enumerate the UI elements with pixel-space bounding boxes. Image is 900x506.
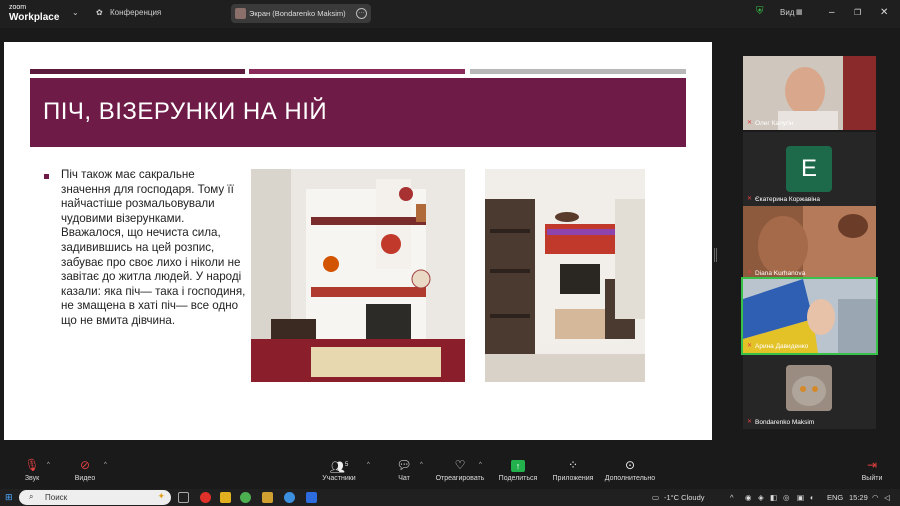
apps-icon: ⁘ xyxy=(567,458,579,472)
participant-tile[interactable]: ✕ Олег Калугін xyxy=(743,56,876,130)
zoom-logo: zoom Workplace xyxy=(9,4,60,23)
participant-video xyxy=(743,279,876,353)
chevron-down-icon[interactable]: ⌄ xyxy=(72,8,79,17)
chrome-icon[interactable] xyxy=(240,492,251,503)
participants-button[interactable]: 👥︎5 Участники xyxy=(318,458,360,482)
react-caret-icon[interactable]: ^ xyxy=(479,462,482,468)
windows-taskbar: ⊞ ⌕ Поиск ✦ ▭ -1°C Cloudy ^ ◉ ◈ ◧ ◎ ▣ ◐ … xyxy=(0,489,900,506)
chat-icon: 💬︎ xyxy=(396,458,412,472)
participants-caret-icon[interactable]: ^ xyxy=(367,462,370,468)
sparkle-icon: ✦ xyxy=(157,491,165,501)
chrome-profile-icon[interactable] xyxy=(284,492,295,503)
more-icon: ⊙ xyxy=(624,458,636,472)
search-icon: ⌕ xyxy=(29,492,34,501)
task-view-icon[interactable] xyxy=(178,492,189,503)
zoom-title-bar: zoom Workplace ⌄ ✿ Конференция Экран (Bo… xyxy=(0,0,900,28)
panel-resize-handle[interactable] xyxy=(714,248,717,262)
wifi-icon[interactable]: ◠ xyxy=(872,493,879,502)
avatar xyxy=(235,8,246,19)
app-icon[interactable] xyxy=(262,492,273,503)
tray-app-icon[interactable]: ◎ xyxy=(783,493,790,502)
opera-icon[interactable] xyxy=(200,492,211,503)
close-icon[interactable]: ✕ xyxy=(880,7,888,18)
participant-video xyxy=(743,56,876,130)
stove-illustration xyxy=(251,169,465,382)
participant-tile-speaking[interactable]: ✕ Арина Давиденко xyxy=(741,277,878,355)
screen-share-pill[interactable]: Экран (Bondarenko Maksim) ··· xyxy=(231,4,371,23)
restore-icon[interactable]: ❐ xyxy=(854,8,861,17)
participant-tile[interactable]: ✕ Diana Kurhanova xyxy=(743,206,876,280)
participant-tile[interactable]: ✕ Bondarenko Maksim xyxy=(743,355,876,429)
leave-button[interactable]: ⇥ Выйти xyxy=(860,458,884,482)
slide-title: ПІЧ, ВІЗЕРУНКИ НА НІЙ xyxy=(43,98,328,125)
tray-app-icon[interactable]: ◧ xyxy=(770,493,777,502)
participant-name: Арина Давиденко xyxy=(755,343,809,350)
clock[interactable]: 15:29 xyxy=(849,493,868,502)
more-button[interactable]: ⊙ Дополнительно xyxy=(603,458,657,482)
audio-button[interactable]: 🎙︎ Звук xyxy=(22,458,42,482)
apps-button[interactable]: ⁘ Приложения xyxy=(550,458,596,482)
mic-muted-icon: ✕ xyxy=(747,120,753,126)
audio-options-caret-icon[interactable]: ^ xyxy=(47,462,50,468)
participant-name: Єкатерина Коржавіна xyxy=(755,196,820,203)
accent-bar xyxy=(249,69,465,74)
slide-title-band: ПІЧ, ВІЗЕРУНКИ НА НІЙ xyxy=(30,78,686,147)
view-grid-icon[interactable]: ▦ xyxy=(796,8,803,16)
language-indicator[interactable]: ENG xyxy=(827,493,843,502)
mic-muted-icon: 🎙︎ xyxy=(24,458,40,472)
view-button[interactable]: Вид xyxy=(780,8,794,17)
tray-chevron-icon[interactable]: ^ xyxy=(730,493,734,502)
weather-icon: ▭ xyxy=(652,493,660,502)
volume-icon[interactable]: ◁ xyxy=(884,493,890,502)
avatar xyxy=(786,365,832,411)
accent-bar xyxy=(30,69,245,74)
taskbar-search[interactable]: ⌕ Поиск ✦ xyxy=(19,490,171,505)
stove-photo-1 xyxy=(251,169,465,382)
avatar: E xyxy=(786,146,832,192)
chat-caret-icon[interactable]: ^ xyxy=(420,462,423,468)
shield-check-icon[interactable]: ⛨ xyxy=(756,6,764,17)
tray-app-icon[interactable]: ▣ xyxy=(797,493,804,502)
tray-app-icon[interactable]: ◉ xyxy=(745,493,752,502)
stove-photo-2 xyxy=(485,169,645,382)
shared-slide: ПІЧ, ВІЗЕРУНКИ НА НІЙ Піч також має сакр… xyxy=(4,42,712,440)
participant-name: Diana Kurhanova xyxy=(755,270,806,277)
video-button[interactable]: ⊘ Видео xyxy=(70,458,100,482)
cat-avatar-icon xyxy=(786,365,832,411)
participant-tile[interactable]: E ✕ Єкатерина Коржавіна xyxy=(743,132,876,206)
minimize-icon[interactable]: – xyxy=(829,7,835,18)
mic-muted-icon: ✕ xyxy=(747,343,753,349)
tray-app-icon[interactable]: ◈ xyxy=(758,493,764,502)
leave-icon: ⇥ xyxy=(866,458,878,472)
participants-icon: 👥︎5 xyxy=(329,460,349,474)
slide-body-text: Піч також має сакральне значення для гос… xyxy=(61,168,246,327)
mic-muted-icon: ✕ xyxy=(747,196,753,202)
share-button[interactable]: ↑ Поделиться xyxy=(497,458,539,482)
weather-text[interactable]: -1°C Cloudy xyxy=(664,493,705,502)
mic-muted-icon: ✕ xyxy=(747,419,753,425)
windows-start-icon[interactable]: ⊞ xyxy=(5,492,13,503)
tray-app-icon[interactable]: ◐ xyxy=(810,493,815,502)
video-options-caret-icon[interactable]: ^ xyxy=(104,462,107,468)
bullet-icon xyxy=(44,174,49,179)
video-off-icon: ⊘ xyxy=(79,458,91,472)
meeting-label[interactable]: Конференция xyxy=(110,8,161,17)
participant-name: Олег Калугін xyxy=(755,120,794,127)
meeting-controls: 🎙︎ Звук ^ ⊘ Видео ^ 👥︎5 Участники ^ 💬︎ Ч… xyxy=(0,452,900,489)
accent-bar xyxy=(470,69,686,74)
share-screen-icon: ↑ xyxy=(497,458,539,473)
more-options-icon[interactable]: ··· xyxy=(356,8,367,19)
mic-muted-icon: ✕ xyxy=(747,270,753,276)
chat-button[interactable]: 💬︎ Чат xyxy=(394,458,414,482)
paw-icon: ✿ xyxy=(96,8,103,17)
participant-name: Bondarenko Maksim xyxy=(755,419,815,426)
stove-illustration xyxy=(485,169,645,382)
participant-video xyxy=(743,206,876,280)
file-explorer-icon[interactable] xyxy=(220,492,231,503)
zoom-app-icon[interactable] xyxy=(306,492,317,503)
